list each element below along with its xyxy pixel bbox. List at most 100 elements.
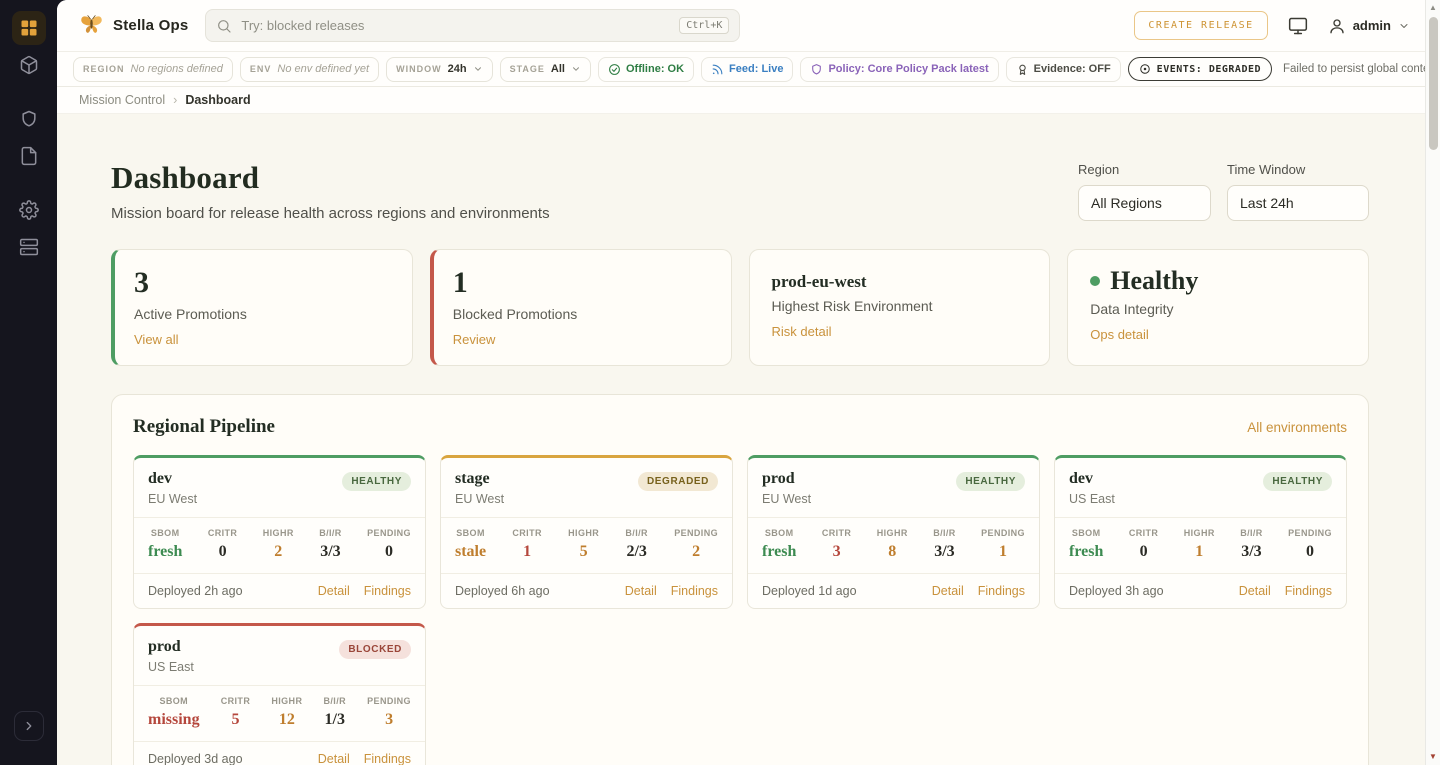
stat-critr: CRITR 1 — [512, 528, 542, 561]
findings-link[interactable]: Findings — [978, 584, 1025, 598]
env-filter-chip[interactable]: ENV No env defined yet — [240, 57, 379, 82]
stat-sbom: SBOM fresh — [1069, 528, 1103, 561]
region-filter-chip[interactable]: REGION No regions defined — [73, 57, 233, 82]
stat-bir: B/I/R 3/3 — [1240, 528, 1263, 561]
status-badge: BLOCKED — [339, 640, 411, 659]
check-circle-icon — [608, 63, 621, 76]
scroll-up-arrow[interactable]: ▲ — [1426, 4, 1440, 12]
display-console-button[interactable] — [1288, 16, 1308, 36]
stat-label: CRITR — [1129, 528, 1159, 538]
server-icon — [19, 237, 39, 257]
evidence-status-chip[interactable]: Evidence: OFF — [1006, 57, 1121, 82]
user-menu[interactable]: admin — [1328, 17, 1410, 35]
deployed-time: Deployed 3d ago — [148, 752, 243, 765]
stat-value: fresh — [762, 543, 796, 561]
sidebar-expand-button[interactable] — [14, 711, 44, 741]
findings-link[interactable]: Findings — [1285, 584, 1332, 598]
scroll-down-arrow[interactable]: ▼ — [1426, 753, 1440, 761]
pipeline-stats: SBOM fresh CRITR 0 HIGHR 2 B/I/R — [134, 517, 425, 573]
page-filters: Region All Regions Time Window Last 24h — [1078, 160, 1369, 221]
region-select-value: All Regions — [1091, 195, 1162, 211]
summary-card-label: Active Promotions — [134, 306, 390, 322]
stat-value: 3/3 — [933, 543, 956, 561]
time-window-select[interactable]: Last 24h — [1227, 185, 1369, 221]
stat-value: 0 — [367, 543, 411, 561]
summary-card-data-integrity: Healthy Data Integrity Ops detail — [1067, 249, 1369, 366]
summary-card-blocked-promotions: 1 Blocked Promotions Review — [430, 249, 732, 366]
sidebar-item-settings[interactable] — [12, 193, 46, 227]
findings-link[interactable]: Findings — [671, 584, 718, 598]
search-input[interactable] — [241, 18, 670, 33]
status-badge: HEALTHY — [1263, 472, 1332, 491]
environment-region: EU West — [762, 492, 811, 506]
stat-critr: CRITR 3 — [822, 528, 852, 561]
shield-icon — [19, 109, 39, 129]
detail-link[interactable]: Detail — [932, 584, 964, 598]
detail-link[interactable]: Detail — [625, 584, 657, 598]
stat-bir: B/I/R 3/3 — [933, 528, 956, 561]
stat-value: stale — [455, 543, 486, 561]
pipeline-grid: dev EU West HEALTHY SBOM fresh CRITR 0 — [133, 455, 1347, 765]
stat-highr: HIGHR 5 — [568, 528, 599, 561]
app-name: Stella Ops — [113, 17, 188, 34]
environment-region: EU West — [455, 492, 504, 506]
stat-value: 1 — [1184, 543, 1215, 561]
package-icon — [19, 55, 39, 75]
environment-region: EU West — [148, 492, 197, 506]
detail-link[interactable]: Detail — [1239, 584, 1271, 598]
environment-name: prod — [762, 470, 811, 488]
rss-icon — [711, 63, 724, 76]
findings-link[interactable]: Findings — [364, 584, 411, 598]
detail-link[interactable]: Detail — [318, 752, 350, 765]
view-all-link[interactable]: View all — [134, 332, 179, 347]
sidebar-item-security[interactable] — [12, 102, 46, 136]
risk-detail-link[interactable]: Risk detail — [772, 324, 832, 339]
global-search[interactable]: Ctrl+K — [205, 9, 740, 42]
environment-name: prod — [148, 638, 194, 656]
environment-name: stage — [455, 470, 504, 488]
ops-detail-link[interactable]: Ops detail — [1090, 327, 1149, 342]
regional-pipeline-panel: Regional Pipeline All environments dev E… — [111, 394, 1369, 765]
status-badge: DEGRADED — [638, 472, 718, 491]
scrollbar-thumb[interactable] — [1429, 17, 1438, 150]
circle-dot-icon — [1139, 63, 1151, 75]
breadcrumb: Mission Control › Dashboard — [57, 87, 1440, 114]
offline-status-chip[interactable]: Offline: OK — [598, 57, 694, 82]
sidebar-item-reports[interactable] — [12, 139, 46, 173]
stat-value: 1/3 — [324, 711, 347, 729]
highest-risk-environment: prod-eu-west — [772, 267, 1028, 291]
feed-status-chip[interactable]: Feed: Live — [701, 57, 793, 82]
top-header: Stella Ops Ctrl+K CREATE RELEASE admin — [57, 0, 1440, 52]
butterfly-logo-icon — [79, 13, 104, 38]
detail-link[interactable]: Detail — [318, 584, 350, 598]
create-release-button[interactable]: CREATE RELEASE — [1134, 11, 1267, 40]
review-link[interactable]: Review — [453, 332, 496, 347]
stage-chip-label: STAGE — [510, 64, 545, 74]
stat-label: CRITR — [512, 528, 542, 538]
sidebar-item-releases[interactable] — [12, 48, 46, 82]
region-chip-label: REGION — [83, 64, 125, 74]
summary-cards: 3 Active Promotions View all 1 Blocked P… — [111, 249, 1369, 366]
region-select[interactable]: All Regions — [1078, 185, 1211, 221]
stat-critr: CRITR 0 — [1129, 528, 1159, 561]
findings-link[interactable]: Findings — [364, 752, 411, 765]
events-status-pill[interactable]: EVENTS: DEGRADED — [1128, 57, 1272, 81]
deployed-time: Deployed 1d ago — [762, 584, 857, 598]
window-filter-chip[interactable]: WINDOW 24h — [386, 57, 492, 82]
stage-filter-chip[interactable]: STAGE All — [500, 57, 591, 82]
sidebar-item-dashboard[interactable] — [12, 11, 46, 45]
stat-label: CRITR — [221, 696, 251, 706]
stat-label: B/I/R — [324, 696, 347, 706]
policy-status-chip[interactable]: Policy: Core Policy Pack latest — [800, 57, 998, 82]
stat-critr: CRITR 0 — [208, 528, 238, 561]
stat-label: PENDING — [367, 696, 411, 706]
stat-bir: B/I/R 1/3 — [324, 696, 347, 729]
sidebar-item-infrastructure[interactable] — [12, 230, 46, 264]
stat-label: B/I/R — [933, 528, 956, 538]
stat-critr: CRITR 5 — [221, 696, 251, 729]
stat-sbom: SBOM fresh — [762, 528, 796, 561]
all-environments-link[interactable]: All environments — [1247, 420, 1347, 435]
main-area: Stella Ops Ctrl+K CREATE RELEASE admin — [57, 0, 1440, 765]
breadcrumb-mission-control[interactable]: Mission Control — [79, 93, 165, 107]
stat-label: B/I/R — [319, 528, 342, 538]
